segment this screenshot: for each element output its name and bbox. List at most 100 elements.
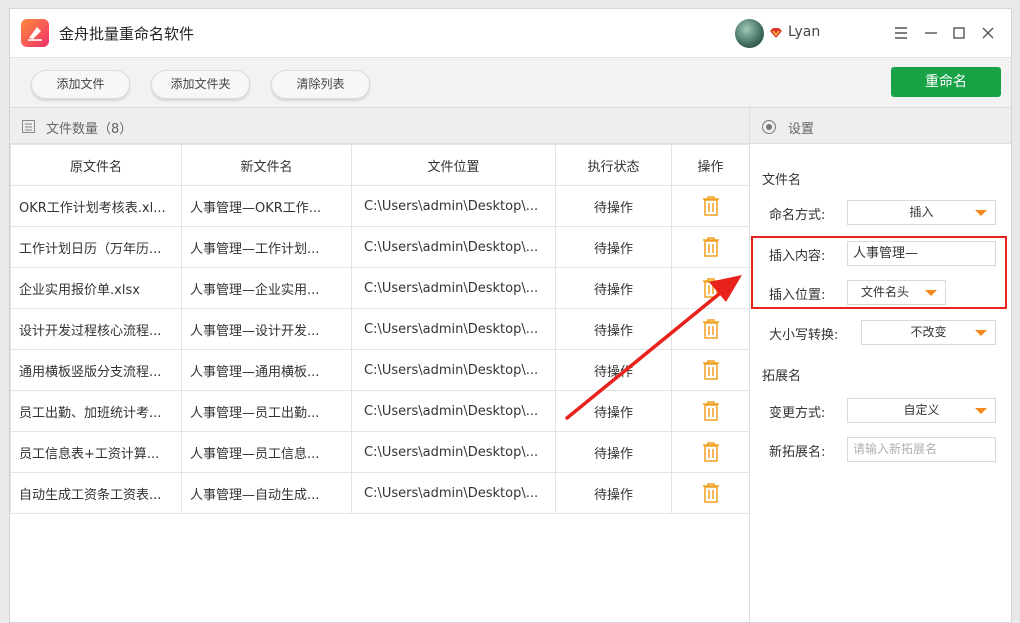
action-cell (671, 226, 750, 268)
change-mode-dropdown[interactable]: 自定义 (847, 398, 996, 423)
trash-icon[interactable] (701, 278, 721, 298)
execution-status: 待操作 (555, 267, 672, 309)
file-location: C:\Users\admin\Desktop\... (351, 472, 556, 514)
file-location: C:\Users\admin\Desktop\... (351, 308, 556, 350)
table-row[interactable]: 企业实用报价单.xlsx 人事管理—企业实用... C:\Users\admin\D… (10, 267, 750, 309)
execution-status: 待操作 (555, 431, 672, 473)
new-filename: 人事管理—工作计划... (181, 226, 352, 268)
file-count: 文件数量（8） (46, 122, 133, 137)
table-row[interactable]: 设计开发过程核心流程... 人事管理—设计开发... C:\Users\admin\… (10, 308, 750, 350)
action-cell (671, 185, 750, 227)
table-row[interactable]: 工作计划日历（万年历... 人事管理—工作计划... C:\Users\admin\… (10, 226, 750, 268)
chevron-down-icon (925, 290, 937, 296)
column-header-original[interactable]: 原文件名 (10, 144, 182, 186)
insert-position-value: 文件名头 (861, 285, 910, 299)
action-cell (671, 472, 750, 514)
new-extension-label: 新拓展名: (769, 445, 826, 460)
new-filename: 人事管理—企业实用... (181, 267, 352, 309)
case-conversion-value: 不改变 (910, 325, 947, 339)
execution-status: 待操作 (555, 472, 672, 514)
add-folder-button[interactable]: 添加文件夹 (151, 70, 250, 99)
settings-header: 设置 (750, 107, 1011, 144)
original-filename: 通用横板竖版分支流程... (10, 349, 182, 391)
new-extension-input[interactable]: 请输入新拓展名 (847, 437, 996, 462)
original-filename: 企业实用报价单.xlsx (10, 267, 182, 309)
original-filename: 自动生成工资条工资表... (10, 472, 182, 514)
change-mode-label: 变更方式: (769, 406, 826, 421)
execution-status: 待操作 (555, 185, 672, 227)
table-header-row: 原文件名 新文件名 文件位置 执行状态 操作 (10, 144, 750, 186)
table-row[interactable]: 员工信息表+工资计算... 人事管理—员工信息... C:\Users\admin\… (10, 431, 750, 473)
trash-icon[interactable] (701, 360, 721, 380)
file-location: C:\Users\admin\Desktop\... (351, 349, 556, 391)
original-filename: 员工信息表+工资计算... (10, 431, 182, 473)
new-filename: 人事管理—员工出勤... (181, 390, 352, 432)
execution-status: 待操作 (555, 349, 672, 391)
clear-list-button[interactable]: 清除列表 (271, 70, 370, 99)
vip-diamond-icon (769, 27, 783, 43)
app-title: 金舟批量重命名软件 (59, 25, 195, 43)
table-row[interactable]: 自动生成工资条工资表... 人事管理—自动生成... C:\Users\admin\… (10, 472, 750, 514)
case-conversion-dropdown[interactable]: 不改变 (861, 320, 996, 345)
file-list-icon (21, 119, 37, 138)
original-filename: 工作计划日历（万年历... (10, 226, 182, 268)
new-filename: 人事管理—自动生成... (181, 472, 352, 514)
naming-mode-value: 插入 (909, 205, 934, 219)
execution-status: 待操作 (555, 390, 672, 432)
naming-mode-dropdown[interactable]: 插入 (847, 200, 996, 225)
insert-position-dropdown[interactable]: 文件名头 (847, 280, 946, 305)
username[interactable]: Lyan (788, 24, 820, 40)
insert-position-label: 插入位置: (769, 288, 826, 303)
rename-button[interactable]: 重命名 (891, 67, 1001, 97)
execution-status: 待操作 (555, 308, 672, 350)
action-cell (671, 308, 750, 350)
naming-mode-label: 命名方式: (769, 208, 826, 223)
column-header-action: 操作 (671, 144, 750, 186)
execution-status: 待操作 (555, 226, 672, 268)
settings-title: 设置 (788, 122, 815, 137)
original-filename: 员工出勤、加班统计考... (10, 390, 182, 432)
app-window: 金舟批量重命名软件 Lyan 添加文件 添加文件夹 清除列表 重命名 文件数量（… (9, 8, 1012, 623)
trash-icon[interactable] (701, 319, 721, 339)
new-filename: 人事管理—OKR工作... (181, 185, 352, 227)
maximize-icon[interactable] (949, 23, 969, 43)
action-cell (671, 349, 750, 391)
column-header-location[interactable]: 文件位置 (351, 144, 556, 186)
original-filename: 设计开发过程核心流程... (10, 308, 182, 350)
toolbar: 添加文件 添加文件夹 清除列表 重命名 (10, 57, 1011, 107)
file-list-header: 文件数量（8） (10, 107, 749, 144)
menu-icon[interactable] (891, 23, 911, 43)
close-icon[interactable] (978, 23, 998, 43)
original-filename: OKR工作计划考核表.xl... (10, 185, 182, 227)
new-filename: 人事管理—通用横板... (181, 349, 352, 391)
file-table: 原文件名 新文件名 文件位置 执行状态 操作 OKR工作计划考核表.xl... 人… (10, 144, 750, 514)
user-avatar[interactable] (735, 19, 764, 48)
file-location: C:\Users\admin\Desktop\... (351, 267, 556, 309)
file-location: C:\Users\admin\Desktop\... (351, 185, 556, 227)
add-file-button[interactable]: 添加文件 (31, 70, 130, 99)
settings-panel: 设置 文件名 命名方式: 插入 插入内容: 人事管理— 插入位置: 文件名头 大… (749, 107, 1011, 622)
action-cell (671, 390, 750, 432)
app-logo-icon (21, 19, 49, 47)
file-location: C:\Users\admin\Desktop\... (351, 431, 556, 473)
trash-icon[interactable] (701, 483, 721, 503)
column-header-status[interactable]: 执行状态 (555, 144, 672, 186)
trash-icon[interactable] (701, 237, 721, 257)
chevron-down-icon (975, 330, 987, 336)
minimize-icon[interactable] (921, 23, 941, 43)
table-row[interactable]: 员工出勤、加班统计考... 人事管理—员工出勤... C:\Users\admin\… (10, 390, 750, 432)
table-row[interactable]: OKR工作计划考核表.xl... 人事管理—OKR工作... C:\Users\ad… (10, 185, 750, 227)
change-mode-value: 自定义 (903, 403, 940, 417)
table-row[interactable]: 通用横板竖版分支流程... 人事管理—通用横板... C:\Users\admin\… (10, 349, 750, 391)
trash-icon[interactable] (701, 401, 721, 421)
new-filename: 人事管理—员工信息... (181, 431, 352, 473)
case-conversion-label: 大小写转换: (769, 328, 839, 343)
radio-settings-icon (761, 119, 777, 139)
column-header-new[interactable]: 新文件名 (181, 144, 352, 186)
action-cell (671, 267, 750, 309)
filename-section-label: 文件名 (762, 173, 802, 188)
chevron-down-icon (975, 408, 987, 414)
insert-content-input[interactable]: 人事管理— (847, 241, 996, 266)
trash-icon[interactable] (701, 442, 721, 462)
trash-icon[interactable] (701, 196, 721, 216)
